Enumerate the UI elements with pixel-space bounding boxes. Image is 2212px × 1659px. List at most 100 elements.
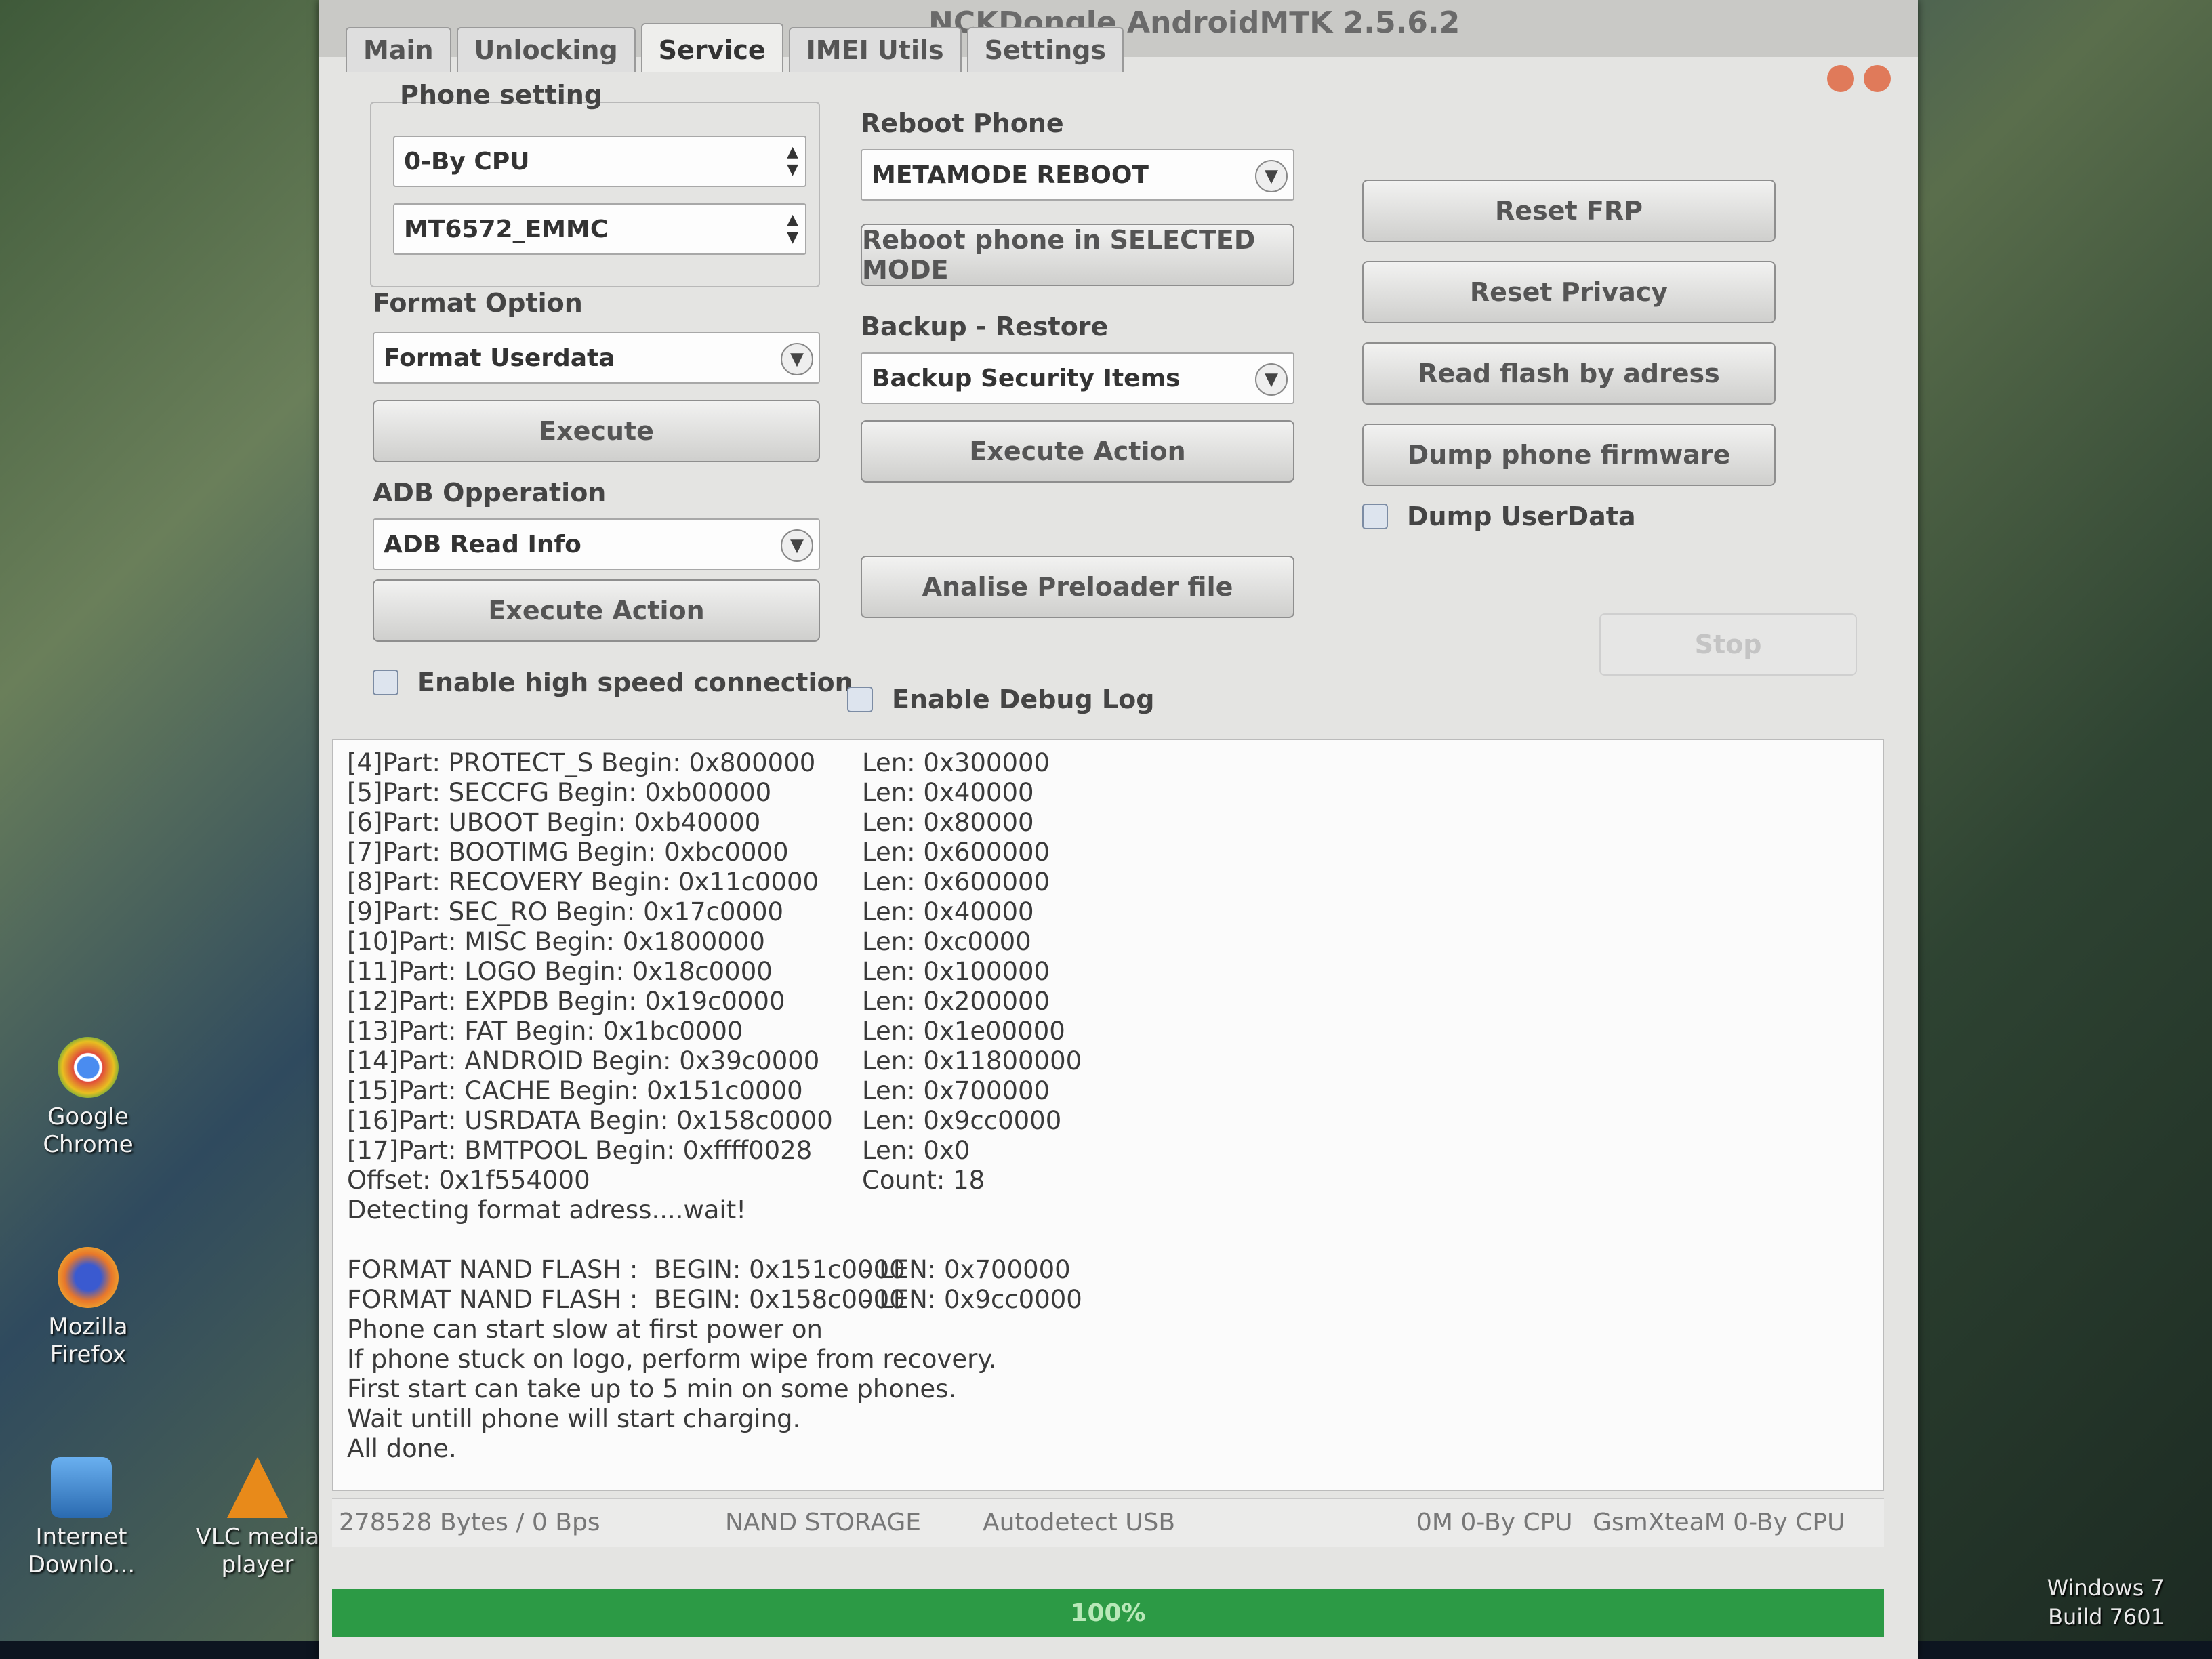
chip-select[interactable]: MT6572_EMMC ▲ ▼	[393, 203, 806, 255]
read-flash-button[interactable]: Read flash by adress	[1362, 342, 1776, 405]
log-line: [12]Part: EXPDB Begin: 0x19c0000 Len: 0x2…	[347, 987, 1869, 1017]
desktop-icon-vlc[interactable]: VLC media player	[183, 1457, 332, 1579]
cpu-status: 0M 0-By CPU	[1416, 1509, 1573, 1536]
app-window: NCKDongle AndroidMTK 2.5.6.2 Main Unlock…	[319, 0, 1918, 1659]
chevron-down-icon[interactable]: ▼	[781, 343, 813, 375]
log-line-length: - LEN: 0x700000	[862, 1255, 1071, 1284]
chevron-down-icon[interactable]: ▼	[1255, 363, 1288, 396]
os-build: Build 7601	[2048, 1603, 2165, 1630]
log-line-text: [5]Part: SECCFG Begin: 0xb00000	[347, 778, 772, 807]
close-button[interactable]	[1864, 65, 1891, 92]
log-line-length: Len: 0x100000	[862, 957, 1050, 986]
log-output[interactable]: [4]Part: PROTECT_S Begin: 0x800000 Len: 0…	[332, 739, 1884, 1491]
log-line-text: [8]Part: RECOVERY Begin: 0x11c0000	[347, 867, 819, 897]
tab-service[interactable]: Service	[640, 23, 783, 72]
tab-imei-utils[interactable]: IMEI Utils	[788, 27, 962, 72]
format-option-select[interactable]: Format Userdata ▼	[373, 332, 820, 384]
log-line-text: [15]Part: CACHE Begin: 0x151c0000	[347, 1076, 803, 1105]
dump-firmware-button[interactable]: Dump phone firmware	[1362, 424, 1776, 486]
log-line-text: Phone can start slow at first power on	[347, 1315, 823, 1344]
log-line: [5]Part: SECCFG Begin: 0xb00000 Len: 0x40…	[347, 778, 1869, 808]
reboot-mode-select[interactable]: METAMODE REBOOT ▼	[861, 149, 1294, 201]
tab-settings[interactable]: Settings	[966, 27, 1124, 72]
stop-button[interactable]: Stop	[1599, 613, 1857, 676]
reset-frp-button[interactable]: Reset FRP	[1362, 180, 1776, 242]
firefox-icon	[58, 1247, 119, 1308]
high-speed-checkbox[interactable]: Enable high speed connection	[373, 668, 853, 697]
log-line-length: Len: 0x11800000	[862, 1046, 1082, 1076]
backup-execute-button[interactable]: Execute Action	[861, 420, 1294, 483]
cpu-select-value: 0-By CPU	[404, 147, 530, 176]
log-line-text: FORMAT NAND FLASH : BEGIN: 0x151c0000	[347, 1255, 905, 1284]
log-line: FORMAT NAND FLASH : BEGIN: 0x151c0000- L…	[347, 1255, 1869, 1285]
log-line-text: FORMAT NAND FLASH : BEGIN: 0x158c0000	[347, 1285, 905, 1314]
log-line: Phone can start slow at first power on	[347, 1315, 1869, 1345]
desktop-icon-chrome[interactable]: Google Chrome	[14, 1037, 163, 1159]
log-line: [15]Part: CACHE Begin: 0x151c0000 Len: 0x…	[347, 1076, 1869, 1106]
log-line-length: Len: 0xc0000	[862, 927, 1031, 956]
format-option-label: Format Option	[373, 288, 583, 318]
analise-preloader-button[interactable]: Analise Preloader file	[861, 556, 1294, 618]
log-line-length: Len: 0x200000	[862, 987, 1050, 1016]
minimize-button[interactable]	[1827, 65, 1854, 92]
spin-arrows-icon[interactable]: ▲ ▼	[787, 211, 798, 247]
log-line-text: Detecting format adress....wait!	[347, 1195, 747, 1225]
format-execute-button[interactable]: Execute	[373, 400, 820, 462]
log-line-text: If phone stuck on logo, perform wipe fro…	[347, 1345, 997, 1374]
log-line-length: - LEN: 0x9cc0000	[862, 1285, 1082, 1314]
log-line-text: [12]Part: EXPDB Begin: 0x19c0000	[347, 987, 785, 1016]
progress-label: 100%	[1070, 1599, 1146, 1627]
log-line: Wait untill phone will start charging.	[347, 1404, 1869, 1434]
reset-privacy-button[interactable]: Reset Privacy	[1362, 261, 1776, 323]
tab-unlocking[interactable]: Unlocking	[456, 27, 636, 72]
log-line-length: Len: 0x300000	[862, 748, 1050, 777]
desktop-icon-firefox[interactable]: Mozilla Firefox	[14, 1247, 163, 1369]
adb-execute-button[interactable]: Execute Action	[373, 579, 820, 642]
log-line: [4]Part: PROTECT_S Begin: 0x800000 Len: 0…	[347, 748, 1869, 778]
chevron-down-icon[interactable]: ▼	[1255, 160, 1288, 192]
backup-restore-select[interactable]: Backup Security Items ▼	[861, 352, 1294, 404]
log-line: [6]Part: UBOOT Begin: 0xb40000 Len: 0x800…	[347, 808, 1869, 838]
log-line: [17]Part: BMTPOOL Begin: 0xffff0028 Len: …	[347, 1136, 1869, 1166]
reboot-selected-mode-button[interactable]: Reboot phone in SELECTED MODE	[861, 224, 1294, 286]
dump-userdata-checkbox[interactable]: Dump UserData	[1362, 501, 1636, 531]
chevron-down-icon[interactable]: ▼	[781, 529, 813, 562]
log-line: Offset: 0x1f554000 Count: 18	[347, 1166, 1869, 1195]
log-line: FORMAT NAND FLASH : BEGIN: 0x158c0000- L…	[347, 1285, 1869, 1315]
storage-type: NAND STORAGE	[725, 1509, 922, 1536]
checkbox-box[interactable]	[373, 670, 398, 695]
debug-log-label: Enable Debug Log	[892, 684, 1155, 714]
backup-restore-value: Backup Security Items	[872, 364, 1181, 392]
log-line-text: [6]Part: UBOOT Begin: 0xb40000	[347, 808, 761, 837]
desktop-icon-label: Mozilla Firefox	[48, 1313, 128, 1368]
log-line: [8]Part: RECOVERY Begin: 0x11c0000 Len: 0…	[347, 867, 1869, 897]
log-line-text: All done.	[347, 1434, 457, 1463]
status-bar: 278528 Bytes / 0 Bps NAND STORAGE Autode…	[332, 1498, 1884, 1547]
log-line-length: Len: 0x0	[862, 1136, 970, 1165]
chip-select-value: MT6572_EMMC	[404, 215, 609, 243]
adb-operation-value: ADB Read Info	[384, 530, 581, 558]
debug-log-checkbox[interactable]: Enable Debug Log	[847, 684, 1154, 714]
log-line-text: [7]Part: BOOTIMG Begin: 0xbc0000	[347, 838, 789, 867]
log-line-length: Len: 0x600000	[862, 838, 1050, 867]
os-name: Windows 7	[2047, 1574, 2165, 1601]
log-line-text: [17]Part: BMTPOOL Begin: 0xffff0028	[347, 1136, 813, 1165]
tab-strip: Main Unlocking Service IMEI Utils Settin…	[346, 23, 1124, 72]
log-line: [14]Part: ANDROID Begin: 0x39c0000 Len: 0…	[347, 1046, 1869, 1076]
format-option-value: Format Userdata	[384, 344, 615, 372]
adb-operation-select[interactable]: ADB Read Info ▼	[373, 518, 820, 570]
cpu-select[interactable]: 0-By CPU ▲ ▼	[393, 136, 806, 187]
log-line-length: Len: 0x1e00000	[862, 1017, 1065, 1046]
tab-main[interactable]: Main	[346, 27, 451, 72]
download-manager-icon	[51, 1457, 112, 1518]
spin-arrows-icon[interactable]: ▲ ▼	[787, 144, 798, 179]
checkbox-box[interactable]	[847, 687, 873, 712]
checkbox-box[interactable]	[1362, 504, 1388, 529]
log-line-text: First start can take up to 5 min on some…	[347, 1374, 957, 1404]
transfer-status: 278528 Bytes / 0 Bps	[339, 1509, 600, 1536]
desktop-icon-idm[interactable]: Internet Downlo...	[7, 1457, 156, 1579]
log-line-text: Offset: 0x1f554000	[347, 1166, 590, 1195]
log-line: [7]Part: BOOTIMG Begin: 0xbc0000 Len: 0x6…	[347, 838, 1869, 867]
window-controls	[1827, 65, 1891, 92]
